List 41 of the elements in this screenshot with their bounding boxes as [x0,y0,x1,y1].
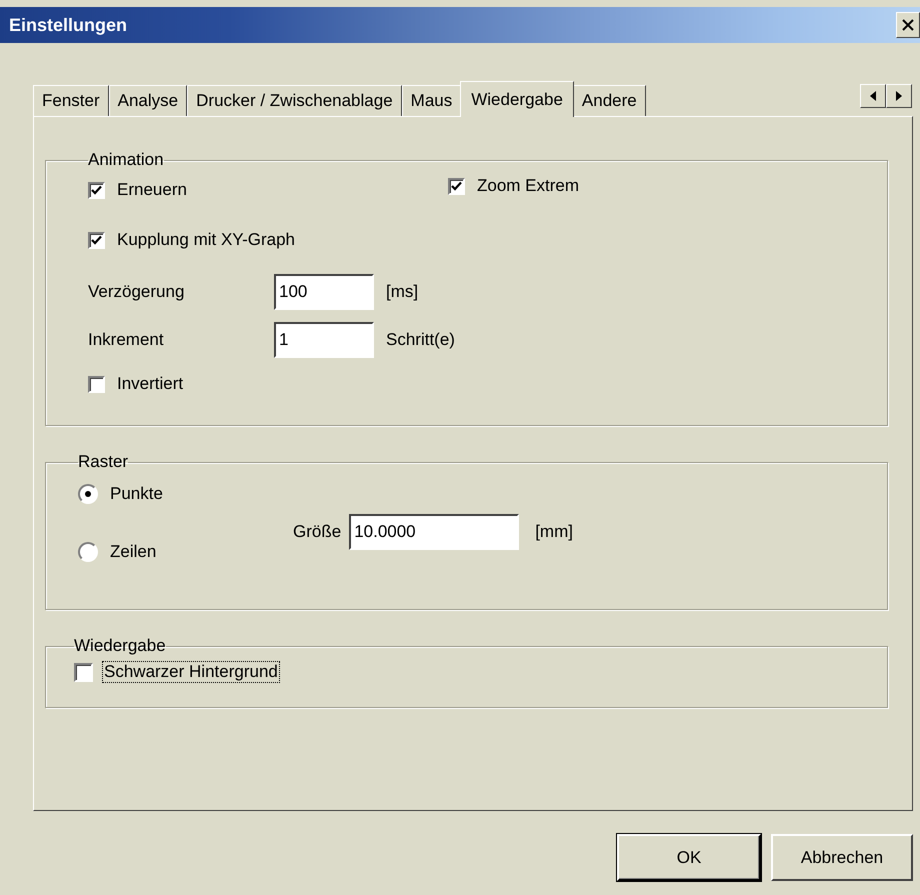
field-label: Größe [293,522,342,542]
checkbox-label[interactable]: Zoom Extrem [477,176,580,196]
checkbox[interactable] [88,182,105,198]
checkbox[interactable] [448,178,465,194]
scroll-left-button[interactable] [860,84,886,108]
tab[interactable]: Drucker / Zwischenablage [187,85,402,116]
dialog-button[interactable]: OK [617,834,761,881]
right-arrow-icon [896,91,902,101]
unit-label: [ms] [386,282,420,302]
group-title: Wiedergabe [74,636,166,656]
checkbox-label[interactable]: Schwarzer Hintergrund [103,662,279,682]
checkbox[interactable] [74,662,93,682]
tab[interactable]: Andere [572,85,646,116]
close-button[interactable] [896,12,920,38]
radio-button[interactable] [78,484,98,504]
group-title: Raster [78,452,128,472]
group-title: Animation [88,150,164,170]
tab[interactable]: Analyse [108,85,188,116]
tab[interactable]: Fenster [33,85,109,116]
scroll-right-button[interactable] [886,84,912,108]
field-label: Inkrement [88,330,165,350]
input-field[interactable]: 1 [274,322,374,358]
tab[interactable]: Wiedergabe [460,81,574,117]
unit-label: Schritt(e) [386,330,456,350]
checkbox-label[interactable]: Invertiert [117,374,184,394]
radio-label[interactable]: Zeilen [110,542,156,562]
input-field[interactable]: 10.0000 [349,514,520,550]
checkbox-label[interactable]: Kupplung mit XY-Graph [117,230,295,250]
tab[interactable]: Maus [402,85,462,116]
close-icon [902,19,914,31]
window-title: Einstellungen [9,14,128,36]
checkbox[interactable] [88,232,105,248]
input-field[interactable]: 100 [274,274,374,310]
field-label: Verzögerung [88,282,186,302]
left-arrow-icon [870,91,876,101]
checkbox-label[interactable]: Erneuern [117,180,187,200]
dialog-button[interactable]: Abbrechen [771,834,913,881]
unit-label: [mm] [535,522,573,542]
checkbox[interactable] [88,376,105,392]
radio-label[interactable]: Punkte [110,484,163,504]
radio-button[interactable] [78,542,98,562]
